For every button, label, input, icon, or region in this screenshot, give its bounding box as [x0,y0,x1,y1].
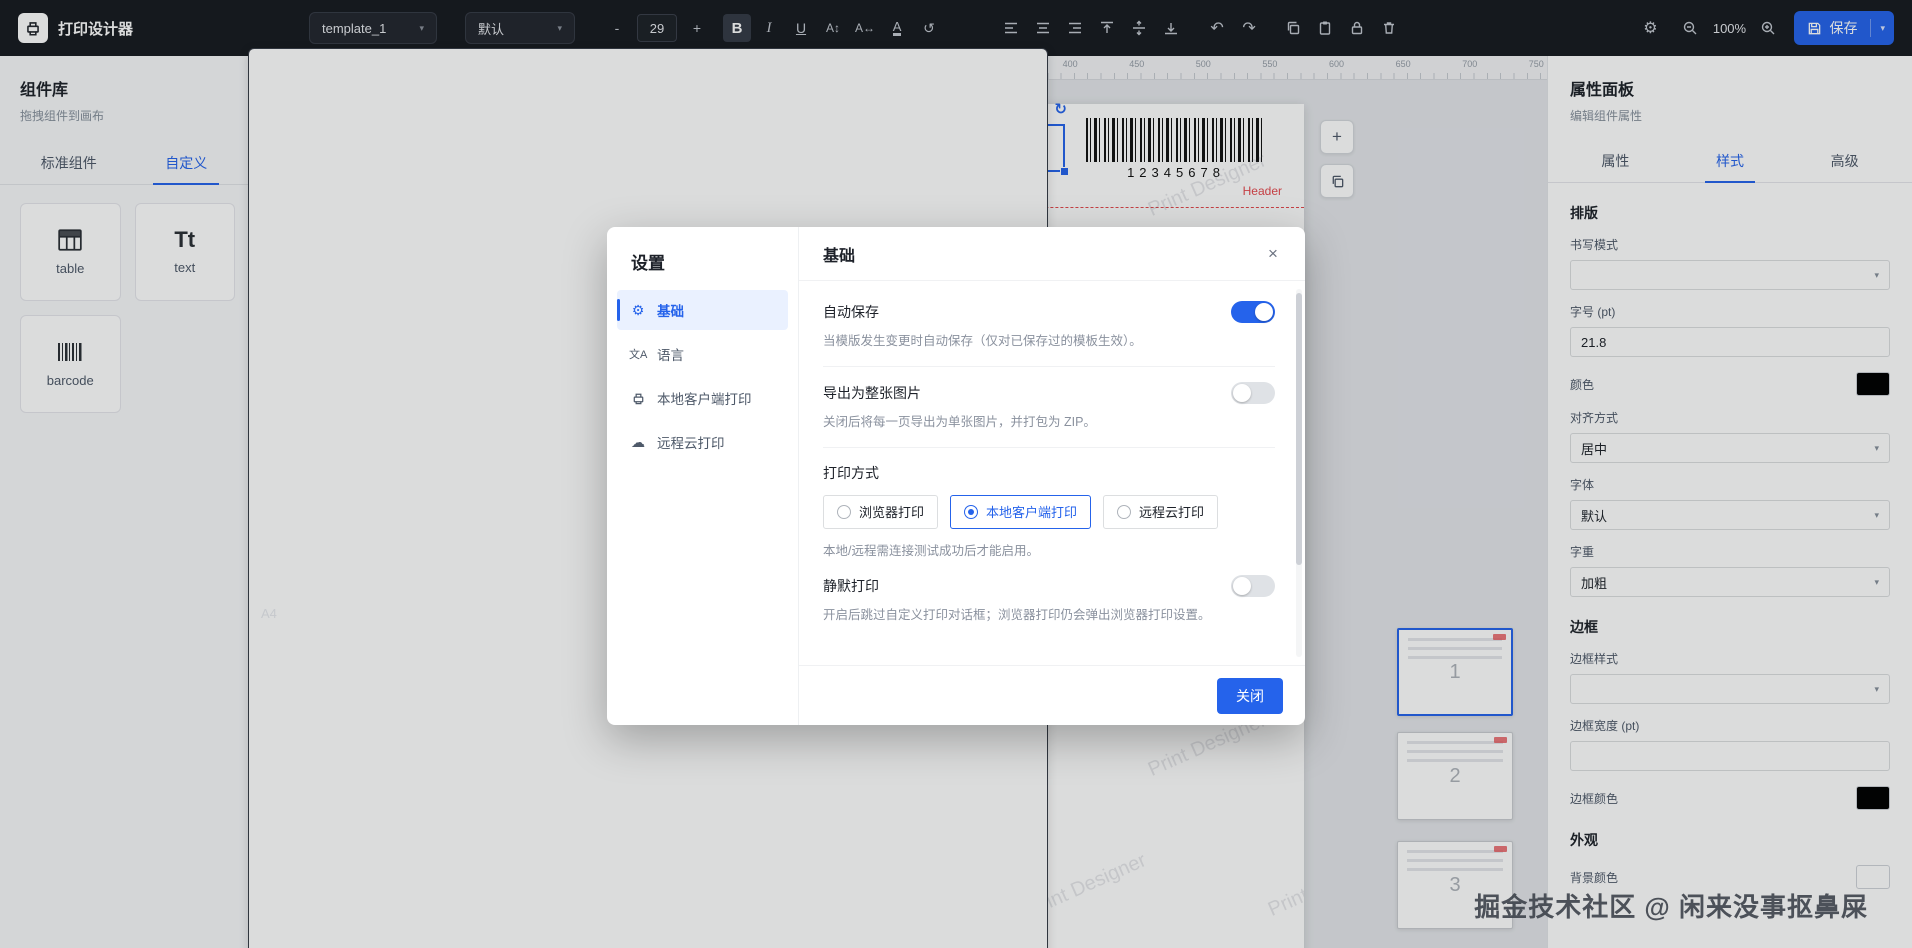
setting-export-image: 导出为整张图片 [823,381,1275,404]
radio-label: 远程云打印 [1139,505,1205,520]
setting-label: 导出为整张图片 [823,384,921,401]
cloud-icon: ☁ [631,433,645,450]
setting-description: 关闭后将每一页导出为单张图片，并打包为 ZIP。 [823,414,1096,429]
print-mode-remote-cloud[interactable]: 远程云打印 [1103,494,1219,529]
setting-description: 当模版发生变更时自动保存（仅对已保存过的模板生效）。 [823,334,1142,348]
close-icon: × [1268,243,1278,263]
close-button[interactable]: × [1259,240,1287,268]
divider [823,365,1275,367]
settings-menu-cloud-print[interactable]: ☁ 远程云打印 [617,422,788,462]
setting-description: 开启后跳过自定义打印对话框；浏览器打印仍会弹出浏览器打印设置。 [823,607,1211,622]
settings-section-title: 基础 [823,247,856,265]
settings-menu-language[interactable]: 文A 语言 [617,334,788,374]
settings-dialog: 设置 ⚙ 基础 文A 语言 本地客户端打印 ☁ 远程云打印 基础 × 自动保存 … [607,227,1305,725]
menu-item-label: 基础 [657,304,684,319]
silent-print-toggle[interactable] [1231,574,1275,597]
radio-label: 浏览器打印 [859,505,925,520]
gear-icon: ⚙ [631,301,645,318]
settings-content: 基础 × 自动保存 当模版发生变更时自动保存（仅对已保存过的模板生效）。 导出为… [799,227,1305,725]
menu-item-label: 语言 [657,348,684,363]
radio-label: 本地客户端打印 [986,505,1078,520]
print-mode-options: 浏览器打印 本地客户端打印 远程云打印 [823,494,1275,529]
setting-label: 静默打印 [823,577,879,594]
setting-label: 自动保存 [823,304,879,320]
settings-menu-basic[interactable]: ⚙ 基础 [617,290,788,330]
modal-scrollbar[interactable] [1296,289,1302,657]
settings-body: 自动保存 当模版发生变更时自动保存（仅对已保存过的模板生效）。 导出为整张图片 … [799,281,1305,665]
radio-icon [964,504,979,519]
modal-scrollbar-thumb[interactable] [1296,292,1302,565]
settings-menu: 设置 ⚙ 基础 文A 语言 本地客户端打印 ☁ 远程云打印 [607,227,799,725]
settings-footer: 关闭 [799,665,1305,725]
radio-icon [837,504,851,519]
close-settings-button[interactable]: 关闭 [1217,677,1283,714]
print-mode-local-client[interactable]: 本地客户端打印 [950,494,1092,529]
print-mode-label: 打印方式 [823,464,879,481]
printer-icon [629,391,647,406]
settings-content-header: 基础 × [799,227,1305,281]
menu-item-label: 远程云打印 [657,436,725,451]
menu-item-label: 本地客户端打印 [657,392,752,407]
print-mode-hint: 本地/远程需连接测试成功后才能启用。 [823,543,1039,558]
settings-dialog-title: 设置 [631,254,665,273]
app-root: 打印设计器 template_1 ▾ 默认 ▾ - 29 + B I U A↕ … [0,0,1912,948]
language-icon: 文A [629,349,648,361]
setting-autosave: 自动保存 [823,301,1275,323]
settings-menu-local-print[interactable]: 本地客户端打印 [617,378,788,418]
print-mode-browser[interactable]: 浏览器打印 [823,494,939,529]
export-image-toggle[interactable] [1231,381,1275,404]
radio-icon [1117,504,1132,519]
autosave-toggle[interactable] [1231,301,1275,323]
divider [823,446,1275,448]
setting-silent-print: 静默打印 [823,574,1275,597]
